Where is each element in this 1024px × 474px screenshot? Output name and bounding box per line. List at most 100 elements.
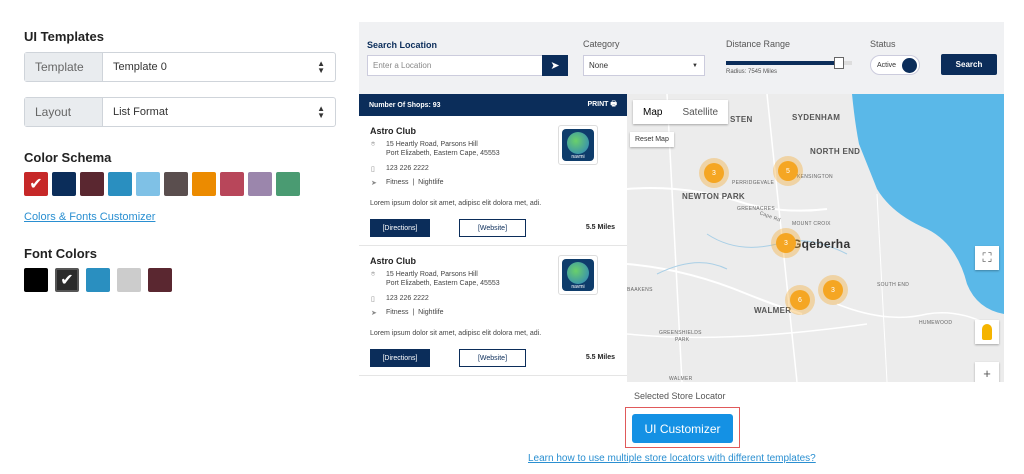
distance-slider-thumb[interactable] xyxy=(834,57,845,69)
status-toggle[interactable]: Active xyxy=(870,55,920,75)
marker-cluster[interactable]: 6 xyxy=(790,290,810,310)
list-header: Number Of Shops: 93 PRINT 🖶 xyxy=(359,94,627,116)
font-swatch[interactable] xyxy=(24,268,48,292)
store-name: Astro Club xyxy=(370,256,416,266)
street-view-pegman-icon[interactable] xyxy=(975,320,999,344)
store-distance: 5.5 Miles xyxy=(585,224,615,231)
map-label: HUMEWOOD xyxy=(919,320,953,326)
tab-map[interactable]: Map xyxy=(633,100,672,124)
map-pin-icon: ⌾ xyxy=(371,141,376,148)
color-swatch[interactable] xyxy=(108,172,132,196)
marker-cluster[interactable]: 3 xyxy=(776,233,796,253)
color-swatch[interactable] xyxy=(136,172,160,196)
select-arrows-icon: ▲ ▼ xyxy=(317,59,325,75)
store-locator-preview: Search Location Enter a Location ➤ Categ… xyxy=(359,22,1004,382)
map-label: PERRIDGEVALE xyxy=(732,180,775,186)
print-button[interactable]: PRINT 🖶 xyxy=(587,100,617,111)
store-address: 15 Heartly Road, Parsons Hill Port Elizab… xyxy=(386,271,500,287)
store-description: Lorem ipsum dolor sit amet, adipisc elit… xyxy=(370,330,542,337)
ui-customizer-highlight: UI Customizer xyxy=(625,407,740,448)
directions-button[interactable]: [Directions] xyxy=(370,349,430,367)
search-bar: Search Location Enter a Location ➤ Categ… xyxy=(359,22,1004,94)
check-icon: ✔ xyxy=(60,272,74,289)
store-address: 15 Heartly Road, Parsons Hill Port Elizab… xyxy=(386,141,500,157)
locate-button[interactable]: ➤ xyxy=(542,55,568,76)
learn-multiple-locators-link[interactable]: Learn how to use multiple store locators… xyxy=(528,453,816,464)
map-label: NEWTON PARK xyxy=(682,192,746,201)
logo-text: navmi xyxy=(571,154,585,160)
map-view[interactable]: Map Satellite Reset Map STEN SYDENHAM NO… xyxy=(627,94,1004,382)
template-value: Template 0 xyxy=(113,61,167,73)
map-label: GREENSHIELDS xyxy=(659,330,702,336)
store-card[interactable]: Astro Club ⌾ 15 Heartly Road, Parsons Hi… xyxy=(359,116,627,246)
website-button[interactable]: [Website] xyxy=(459,219,526,237)
color-swatch[interactable] xyxy=(164,172,188,196)
color-swatch[interactable]: ✔ xyxy=(24,172,48,196)
layout-label: Layout xyxy=(25,98,103,126)
map-label: SOUTH END xyxy=(877,282,910,288)
shop-count: Number Of Shops: 93 xyxy=(369,101,441,109)
map-label: SYDENHAM xyxy=(792,113,841,122)
store-card[interactable]: Astro Club ⌾ 15 Heartly Road, Parsons Hi… xyxy=(359,246,627,376)
color-swatch[interactable] xyxy=(192,172,216,196)
font-swatch[interactable]: ✔ xyxy=(55,268,79,292)
font-swatch[interactable] xyxy=(117,268,141,292)
printer-icon: 🖶 xyxy=(610,100,617,108)
map-label: WALMER xyxy=(669,376,693,382)
zoom-in-icon[interactable]: + xyxy=(975,362,999,382)
select-arrows-icon: ▲ ▼ xyxy=(317,104,325,120)
color-swatch[interactable] xyxy=(220,172,244,196)
store-categories: Fitness | Nightlife xyxy=(386,309,444,316)
store-logo: navmi xyxy=(558,125,598,165)
color-schema-title: Color Schema xyxy=(24,150,112,165)
map-label: STEN xyxy=(730,115,753,124)
print-label: PRINT xyxy=(587,100,609,108)
store-description: Lorem ipsum dolor sit amet, adipisc elit… xyxy=(370,200,542,207)
directions-button[interactable]: [Directions] xyxy=(370,219,430,237)
map-label: MOUNT CROIX xyxy=(792,221,831,227)
store-logo: navmi xyxy=(558,255,598,295)
marker-cluster[interactable]: 5 xyxy=(778,161,798,181)
phone-icon: ▯ xyxy=(371,296,375,303)
logo-text: navmi xyxy=(571,284,585,290)
template-select[interactable]: Template Template 0 ▲ ▼ xyxy=(24,52,336,82)
font-color-swatches: ✔ xyxy=(24,268,172,292)
map-label: Gqeberha xyxy=(792,237,851,251)
color-swatch[interactable] xyxy=(248,172,272,196)
category-arrow-icon: ➤ xyxy=(371,310,377,317)
color-schema-swatches: ✔ xyxy=(24,172,300,196)
radius-text: Radius: 7545 Miles xyxy=(726,69,778,75)
globe-icon xyxy=(567,132,589,154)
phone-icon: ▯ xyxy=(371,166,375,173)
check-icon: ✔ xyxy=(29,176,43,193)
font-swatch[interactable] xyxy=(86,268,110,292)
marker-cluster[interactable]: 3 xyxy=(704,163,724,183)
font-colors-title: Font Colors xyxy=(24,246,97,261)
category-select[interactable]: None ▼ xyxy=(583,55,705,76)
category-label: Category xyxy=(583,39,620,49)
map-label: NORTH END xyxy=(810,147,861,156)
search-location-label: Search Location xyxy=(367,40,438,50)
ui-templates-title: UI Templates xyxy=(24,29,104,44)
status-label: Status xyxy=(870,39,896,49)
fullscreen-icon[interactable]: ⛶ xyxy=(975,246,999,270)
colors-fonts-customizer-link[interactable]: Colors & Fonts Customizer xyxy=(24,211,155,223)
store-categories: Fitness | Nightlife xyxy=(386,179,444,186)
distance-slider-fill xyxy=(726,61,840,65)
map-pin-icon: ⌾ xyxy=(371,271,376,278)
color-swatch[interactable] xyxy=(52,172,76,196)
search-button[interactable]: Search xyxy=(941,54,997,75)
color-swatch[interactable] xyxy=(276,172,300,196)
tab-satellite[interactable]: Satellite xyxy=(672,100,728,124)
chevron-down-icon: ▼ xyxy=(692,62,698,69)
location-input[interactable]: Enter a Location xyxy=(367,55,543,76)
globe-icon xyxy=(567,262,589,284)
reset-map-button[interactable]: Reset Map xyxy=(630,132,674,147)
marker-cluster[interactable]: 3 xyxy=(823,280,843,300)
ui-customizer-button[interactable]: UI Customizer xyxy=(632,414,733,443)
website-button[interactable]: [Website] xyxy=(459,349,526,367)
layout-select[interactable]: Layout List Format ▲ ▼ xyxy=(24,97,336,127)
font-swatch[interactable] xyxy=(148,268,172,292)
template-label: Template xyxy=(25,53,103,81)
color-swatch[interactable] xyxy=(80,172,104,196)
